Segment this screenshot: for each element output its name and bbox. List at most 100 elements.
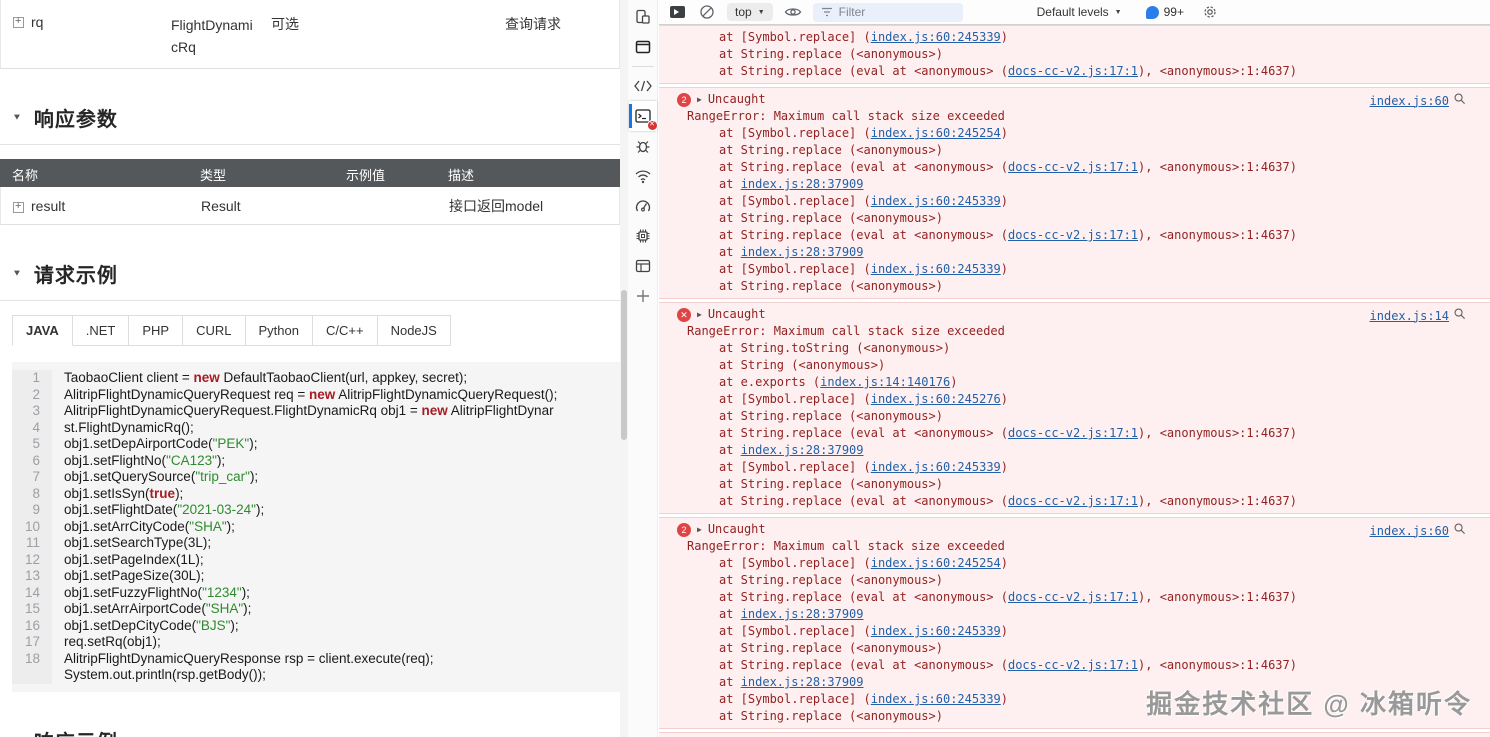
stack-file-link[interactable]: index.js:28:37909: [741, 443, 864, 457]
stack-trace-line: at String.replace (eval at <anonymous> (…: [659, 159, 1466, 176]
scrollbar-thumb[interactable]: [621, 290, 627, 440]
magnifier-icon[interactable]: [1453, 92, 1466, 110]
stack-file-link[interactable]: index.js:28:37909: [741, 245, 864, 259]
tab-net[interactable]: .NET: [73, 315, 130, 346]
error-source-link[interactable]: index.js:60: [1370, 93, 1449, 110]
application-panel-icon[interactable]: [629, 251, 657, 281]
console-error-entry: at [Symbol.replace] (index.js:60:245339)…: [659, 25, 1490, 84]
tab-python[interactable]: Python: [246, 315, 313, 346]
error-header[interactable]: 2▶Uncaughtindex.js:60: [659, 91, 1466, 108]
magnifier-icon[interactable]: [1453, 522, 1466, 540]
magnifier-icon[interactable]: [1453, 307, 1466, 325]
stack-trace-line: at [Symbol.replace] (index.js:60:245339): [659, 193, 1466, 210]
error-header[interactable]: 2▶Uncaughtindex.js:60: [659, 521, 1466, 538]
error-source-link[interactable]: index.js:14: [1370, 308, 1449, 325]
stack-file-link[interactable]: docs-cc-v2.js:17:1: [1008, 228, 1138, 242]
stack-trace-line: at String.replace (eval at <anonymous> (…: [659, 63, 1466, 80]
stack-trace-line: at [Symbol.replace] (index.js:60:245339): [659, 459, 1466, 476]
line-number: [12, 667, 52, 684]
code-line: 17req.setRq(obj1);: [12, 634, 620, 651]
network-panel-icon[interactable]: [629, 161, 657, 191]
result-name-cell: result: [13, 198, 201, 214]
code-text: obj1.setFuzzyFlightNo("1234");: [52, 585, 250, 602]
stack-file-link[interactable]: docs-cc-v2.js:17:1: [1008, 160, 1138, 174]
stack-file-link[interactable]: index.js:14:140176: [820, 375, 950, 389]
live-expression-eye-icon[interactable]: [783, 2, 803, 22]
stack-file-link[interactable]: docs-cc-v2.js:17:1: [1008, 64, 1138, 78]
expand-icon[interactable]: [13, 17, 24, 28]
collapse-triangle-icon[interactable]: ▼: [12, 269, 22, 278]
param-required: 可选: [271, 14, 421, 58]
stack-file-link[interactable]: index.js:60:245254: [871, 556, 1001, 570]
memory-panel-icon[interactable]: [629, 221, 657, 251]
result-type: Result: [201, 198, 347, 214]
stack-file-link[interactable]: index.js:60:245254: [871, 126, 1001, 140]
elements-panel-icon[interactable]: [629, 71, 657, 101]
language-tabs: JAVA.NETPHPCURLPythonC/C++NodeJS: [12, 315, 620, 346]
stack-file-link[interactable]: index.js:28:37909: [741, 607, 864, 621]
performance-panel-icon[interactable]: [629, 191, 657, 221]
devtools-activity-bar: ✕: [628, 0, 658, 737]
stack-file-link[interactable]: docs-cc-v2.js:17:1: [1008, 426, 1138, 440]
stack-file-link[interactable]: index.js:28:37909: [741, 177, 864, 191]
stack-file-link[interactable]: index.js:60:245276: [871, 392, 1001, 406]
filter-input[interactable]: Filter: [813, 3, 963, 22]
stack-file-link[interactable]: index.js:60:245339: [871, 624, 1001, 638]
context-selector-dropdown[interactable]: top ▼: [727, 3, 773, 21]
param-name: rq: [31, 14, 43, 30]
stack-file-link[interactable]: docs-cc-v2.js:17:1: [1008, 494, 1138, 508]
stack-trace-line: at String.replace (<anonymous>): [659, 210, 1466, 227]
code-sample-block: 1TaobaoClient client = new DefaultTaobao…: [12, 362, 620, 692]
tab-java[interactable]: JAVA: [12, 315, 73, 346]
clear-console-icon[interactable]: [697, 2, 717, 22]
error-source-link[interactable]: index.js:60: [1370, 523, 1449, 540]
code-line: 2AlitripFlightDynamicQueryRequest req = …: [12, 387, 620, 404]
issues-counter[interactable]: 99+: [1146, 5, 1184, 19]
expand-triangle-icon[interactable]: ▶: [697, 306, 702, 323]
expand-icon[interactable]: [13, 202, 24, 213]
debugger-panel-icon[interactable]: [629, 131, 657, 161]
stack-file-link[interactable]: index.js:60:245339: [871, 194, 1001, 208]
table-row[interactable]: result Result 接口返回model: [0, 187, 620, 225]
tab-nodejs[interactable]: NodeJS: [378, 315, 451, 346]
tab-cc[interactable]: C/C++: [313, 315, 378, 346]
expand-triangle-icon[interactable]: ▶: [697, 91, 702, 108]
divider: [0, 144, 620, 145]
stack-file-link[interactable]: index.js:60:245339: [871, 692, 1001, 706]
console-panel-icon[interactable]: ✕: [629, 101, 657, 131]
line-number: 16: [12, 618, 52, 635]
filter-placeholder: Filter: [839, 5, 866, 19]
line-number: 14: [12, 585, 52, 602]
screen: rq FlightDynami cRq 可选 查询请求 ▼ 响应参数 名称 类型…: [0, 0, 1490, 737]
collapse-triangle-icon[interactable]: ▼: [12, 113, 22, 122]
section-response-example[interactable]: ▼ 响应示例: [12, 726, 620, 737]
stack-file-link[interactable]: docs-cc-v2.js:17:1: [1008, 590, 1138, 604]
page-scrollbar[interactable]: [620, 0, 628, 737]
tab-curl[interactable]: CURL: [183, 315, 245, 346]
stack-trace-line: at String.replace (<anonymous>): [659, 476, 1466, 493]
stack-trace-line: at index.js:28:37909: [659, 176, 1466, 193]
section-title: 请求示例: [34, 259, 118, 288]
stack-file-link[interactable]: index.js:60:245339: [871, 262, 1001, 276]
section-response-params[interactable]: ▼ 响应参数: [12, 103, 620, 132]
expand-triangle-icon[interactable]: ▶: [697, 521, 702, 538]
stack-file-link[interactable]: index.js:60:245339: [871, 30, 1001, 44]
log-levels-dropdown[interactable]: Default levels ▼: [1037, 5, 1122, 19]
line-number: 17: [12, 634, 52, 651]
console-sidebar-icon[interactable]: [667, 2, 687, 22]
request-param-row[interactable]: rq FlightDynami cRq 可选 查询请求: [0, 0, 620, 69]
settings-gear-icon[interactable]: [1200, 2, 1220, 22]
code-line: 18AlitripFlightDynamicQueryResponse rsp …: [12, 651, 620, 668]
section-request-example[interactable]: ▼ 请求示例: [12, 259, 620, 288]
more-tools-icon[interactable]: [629, 281, 657, 311]
error-header[interactable]: ✕▶Uncaughtindex.js:14: [659, 306, 1466, 323]
line-number: 3: [12, 403, 52, 420]
line-number: 6: [12, 453, 52, 470]
stack-file-link[interactable]: index.js:60:245339: [871, 460, 1001, 474]
welcome-window-icon[interactable]: [629, 32, 657, 62]
device-emulation-icon[interactable]: [629, 2, 657, 32]
context-selector-label: top: [735, 5, 752, 19]
tab-php[interactable]: PHP: [129, 315, 183, 346]
stack-file-link[interactable]: index.js:28:37909: [741, 675, 864, 689]
stack-file-link[interactable]: docs-cc-v2.js:17:1: [1008, 658, 1138, 672]
